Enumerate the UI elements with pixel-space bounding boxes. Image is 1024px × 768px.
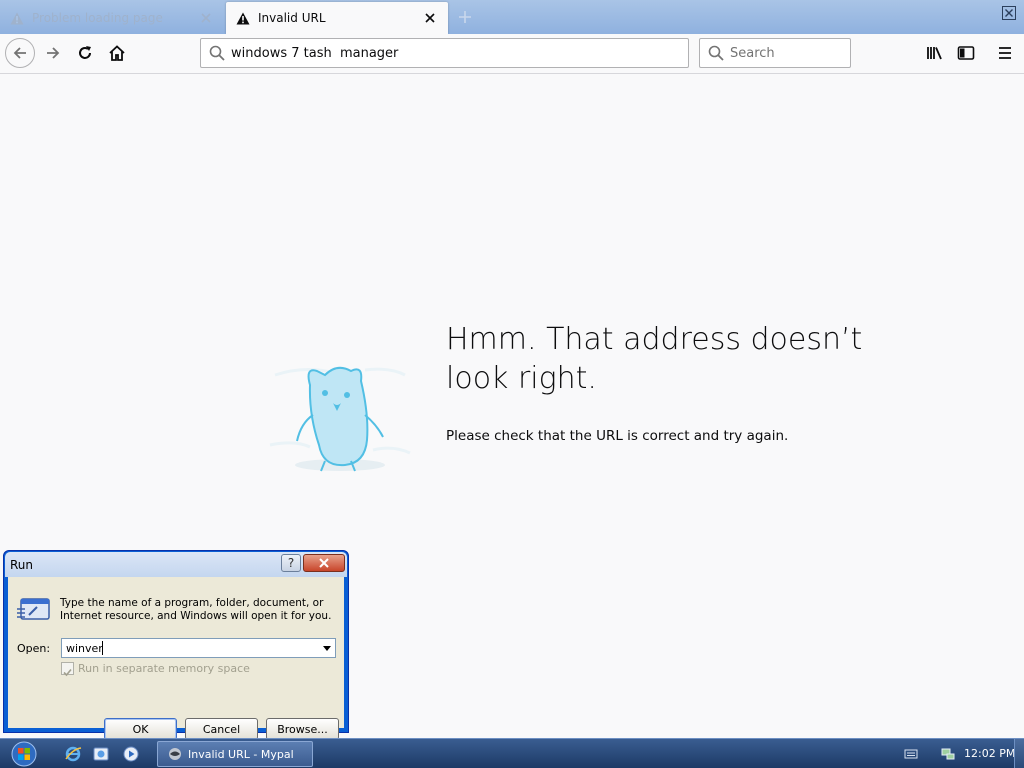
- close-tab-icon[interactable]: [422, 10, 438, 26]
- checkmark-icon: [63, 668, 72, 677]
- sidebar-icon: [957, 46, 975, 60]
- sidebar-button[interactable]: [953, 40, 979, 66]
- tab-title: Problem loading page: [32, 11, 163, 25]
- open-combobox[interactable]: winver: [61, 638, 336, 658]
- text-cursor: [102, 641, 103, 655]
- search-bar[interactable]: Search: [699, 38, 851, 68]
- run-dialog: Run ? Type the name of a program, folder…: [3, 550, 349, 740]
- reload-button[interactable]: [70, 38, 100, 68]
- tab-invalid-url[interactable]: Invalid URL: [226, 2, 448, 34]
- run-dialog-body: Type the name of a program, folder, docu…: [8, 577, 344, 740]
- navigation-toolbar: windows 7 tash manager Search: [0, 34, 1024, 74]
- close-tab-icon[interactable]: [198, 10, 214, 26]
- run-close-button[interactable]: [303, 554, 345, 572]
- search-icon: [209, 45, 225, 61]
- show-desktop-button[interactable]: [1014, 739, 1024, 768]
- browse-button[interactable]: Browse...: [266, 718, 339, 740]
- keyboard-icon: [904, 749, 918, 759]
- back-button[interactable]: [5, 38, 35, 68]
- separate-memory-label: Run in separate memory space: [78, 662, 250, 675]
- tab-title: Invalid URL: [258, 11, 326, 25]
- menu-button[interactable]: [992, 40, 1018, 66]
- confused-mascot-illustration: [269, 366, 411, 472]
- new-tab-button[interactable]: [454, 6, 476, 28]
- close-icon: [319, 558, 329, 568]
- error-title: Hmm. That address doesn’t look right.: [446, 322, 863, 396]
- tray-keyboard[interactable]: [903, 746, 919, 762]
- warning-icon: [10, 12, 24, 24]
- ok-button[interactable]: OK: [104, 718, 177, 740]
- home-button[interactable]: [102, 38, 132, 68]
- quicklaunch-internet-explorer[interactable]: [63, 744, 83, 764]
- url-bar[interactable]: windows 7 tash manager: [200, 38, 689, 68]
- windows-start-icon: [11, 741, 37, 767]
- close-icon: [1002, 6, 1016, 20]
- mypal-browser-icon: [169, 748, 181, 760]
- start-button[interactable]: [8, 740, 40, 768]
- internet-explorer-icon: [65, 746, 82, 762]
- open-input[interactable]: winver: [66, 642, 103, 655]
- library-button[interactable]: [922, 40, 948, 66]
- cancel-button[interactable]: Cancel: [185, 718, 258, 740]
- chevron-down-icon: [322, 645, 331, 651]
- home-icon: [109, 45, 125, 61]
- network-icon: [941, 748, 955, 760]
- forward-button[interactable]: [38, 38, 68, 68]
- taskbar: Invalid URL - Mypal 12:02 PM: [0, 738, 1024, 768]
- clock[interactable]: 12:02 PM: [964, 747, 1015, 760]
- hamburger-menu-icon: [999, 47, 1011, 59]
- run-description: Type the name of a program, folder, docu…: [60, 597, 332, 622]
- help-button[interactable]: ?: [281, 554, 301, 572]
- arrow-right-icon: [47, 47, 60, 59]
- taskbar-button-mypal[interactable]: Invalid URL - Mypal: [157, 741, 313, 767]
- url-input[interactable]: windows 7 tash manager: [231, 46, 398, 61]
- search-icon: [708, 45, 724, 61]
- folder-icon: [93, 747, 109, 761]
- tab-problem-loading[interactable]: Problem loading page: [0, 2, 224, 34]
- quicklaunch-explorer[interactable]: [91, 744, 111, 764]
- tab-strip: Problem loading page Invalid URL: [0, 0, 1024, 34]
- run-program-icon: [17, 598, 50, 620]
- error-description: Please check that the URL is correct and…: [446, 428, 789, 444]
- tray-network[interactable]: [940, 746, 956, 762]
- separate-memory-checkbox[interactable]: [61, 662, 74, 677]
- open-label: Open:: [17, 642, 51, 655]
- quicklaunch-media-player[interactable]: [121, 744, 141, 764]
- search-input[interactable]: Search: [730, 46, 775, 61]
- run-dialog-titlebar[interactable]: Run ?: [5, 552, 347, 577]
- run-dialog-title: Run: [10, 558, 34, 572]
- reload-icon: [79, 46, 91, 59]
- warning-icon: [236, 12, 250, 24]
- taskbar-button-label: Invalid URL - Mypal: [188, 747, 294, 761]
- open-dropdown-button[interactable]: [318, 639, 335, 657]
- plus-icon: [459, 11, 471, 23]
- arrow-left-icon: [13, 47, 26, 59]
- window-close-button[interactable]: [1000, 4, 1018, 22]
- media-player-icon: [123, 746, 139, 762]
- library-icon: [927, 47, 942, 60]
